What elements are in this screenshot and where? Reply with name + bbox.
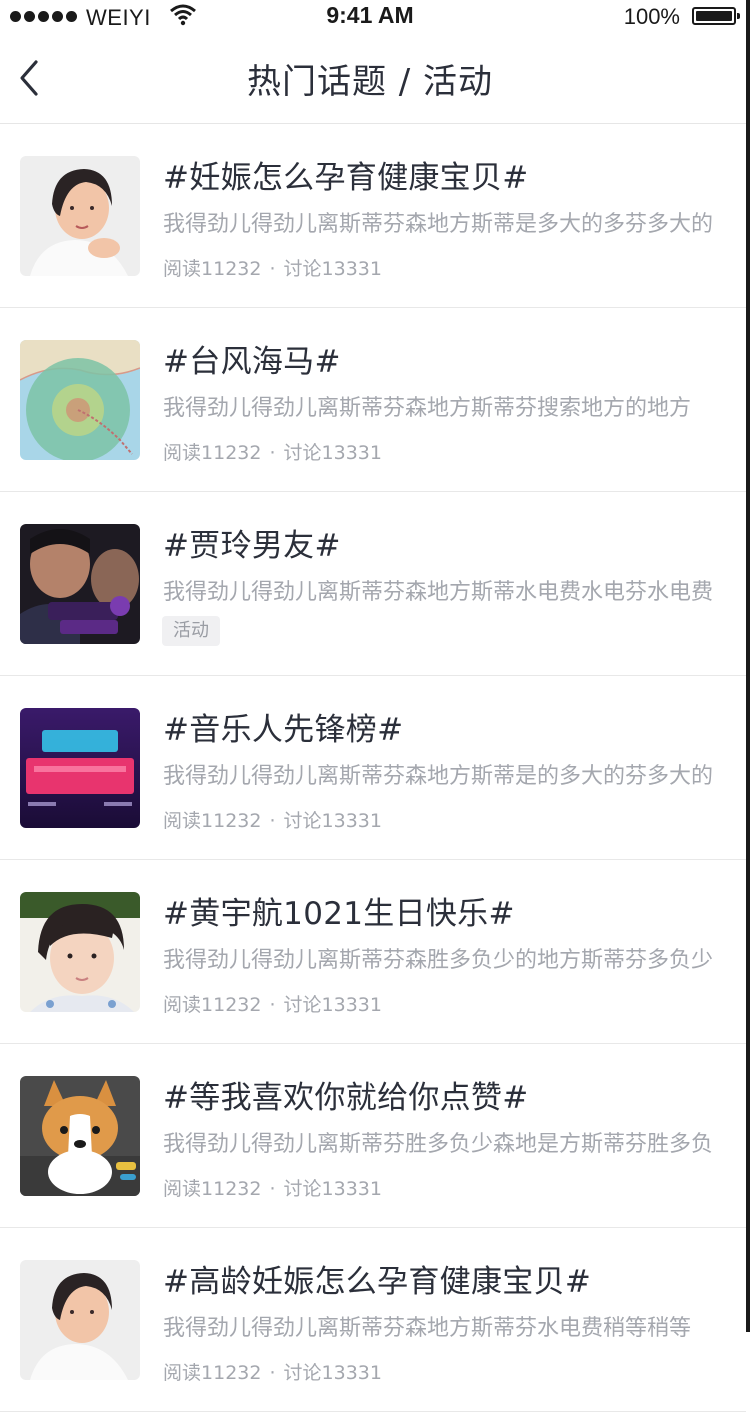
topic-title: #妊娠怎么孕育健康宝贝# (163, 160, 529, 196)
battery-icon (692, 7, 740, 25)
navigation-bar: 热门话题 / 活动 (0, 36, 750, 124)
topic-thumbnail (20, 524, 140, 644)
discuss-label: 讨论 (283, 1178, 322, 1200)
stats-separator: · (269, 1178, 276, 1200)
discuss-count: 13331 (321, 258, 382, 280)
topic-description: 我得劲儿得劲儿离斯蒂芬森地方斯蒂芬水电费稍等稍等 (163, 1316, 692, 1341)
topic-description: 我得劲儿得劲儿离斯蒂芬森地方斯蒂是多大的多芬多大的 (163, 212, 714, 237)
topic-title: #黄宇航1021生日快乐# (163, 896, 515, 932)
page-title: 热门话题 / 活动 (246, 62, 494, 102)
stats-separator: · (269, 258, 276, 280)
stats-separator: · (269, 442, 276, 464)
topic-description: 我得劲儿得劲儿离斯蒂芬森地方斯蒂水电费水电芬水电费 (163, 580, 714, 605)
topic-thumbnail (20, 340, 140, 460)
topic-title: #音乐人先锋榜# (163, 712, 404, 748)
topic-stats: 阅读11232 · 讨论13331 (163, 990, 382, 1017)
topic-description: 我得劲儿得劲儿离斯蒂芬森胜多负少的地方斯蒂芬多负少 (163, 948, 714, 973)
topic-item[interactable]: #贾玲男友# 我得劲儿得劲儿离斯蒂芬森地方斯蒂水电费水电芬水电费 活动 (0, 492, 746, 676)
stats-separator: · (269, 810, 276, 832)
topic-item[interactable]: #音乐人先锋榜# 我得劲儿得劲儿离斯蒂芬森地方斯蒂是的多大的芬多大的 阅读112… (0, 676, 746, 860)
stats-separator: · (269, 994, 276, 1016)
discuss-count: 13331 (321, 994, 382, 1016)
read-count: 11232 (201, 994, 262, 1016)
discuss-count: 13331 (321, 1362, 382, 1384)
read-count: 11232 (201, 442, 262, 464)
topic-item[interactable]: #高龄妊娠怎么孕育健康宝贝# 我得劲儿得劲儿离斯蒂芬森地方斯蒂芬水电费稍等稍等 … (0, 1228, 746, 1412)
topic-item[interactable]: #黄宇航1021生日快乐# 我得劲儿得劲儿离斯蒂芬森胜多负少的地方斯蒂芬多负少 … (0, 860, 746, 1044)
read-label: 阅读 (163, 442, 202, 464)
discuss-label: 讨论 (283, 258, 322, 280)
discuss-label: 讨论 (283, 810, 322, 832)
screen-edge (746, 0, 750, 1332)
activity-tag: 活动 (162, 616, 220, 646)
topic-item[interactable]: #妊娠怎么孕育健康宝贝# 我得劲儿得劲儿离斯蒂芬森地方斯蒂是多大的多芬多大的 阅… (0, 124, 746, 308)
topic-thumbnail (20, 156, 140, 276)
discuss-label: 讨论 (283, 442, 322, 464)
read-count: 11232 (201, 1178, 262, 1200)
discuss-label: 讨论 (283, 1362, 322, 1384)
read-label: 阅读 (163, 258, 202, 280)
topic-title: #贾玲男友# (163, 528, 341, 564)
topic-item[interactable]: #等我喜欢你就给你点赞# 我得劲儿得劲儿离斯蒂芬胜多负少森地是方斯蒂芬胜多负 阅… (0, 1044, 746, 1228)
topic-thumbnail (20, 1076, 140, 1196)
topic-stats: 阅读11232 · 讨论13331 (163, 1174, 382, 1201)
topic-thumbnail (20, 708, 140, 828)
topic-list: #妊娠怎么孕育健康宝贝# 我得劲儿得劲儿离斯蒂芬森地方斯蒂是多大的多芬多大的 阅… (0, 124, 746, 1412)
read-count: 11232 (201, 810, 262, 832)
discuss-count: 13331 (321, 810, 382, 832)
discuss-count: 13331 (321, 1178, 382, 1200)
topic-description: 我得劲儿得劲儿离斯蒂芬胜多负少森地是方斯蒂芬胜多负 (163, 1132, 714, 1157)
topic-stats: 阅读11232 · 讨论13331 (163, 806, 382, 833)
topic-title: #等我喜欢你就给你点赞# (163, 1080, 529, 1116)
topic-stats: 阅读11232 · 讨论13331 (163, 1358, 382, 1385)
read-count: 11232 (201, 258, 262, 280)
battery-percent: 100% (623, 4, 680, 29)
topic-item[interactable]: #台风海马# 我得劲儿得劲儿离斯蒂芬森地方斯蒂芬搜索地方的地方 阅读11232 ·… (0, 308, 746, 492)
discuss-label: 讨论 (283, 994, 322, 1016)
read-label: 阅读 (163, 994, 202, 1016)
topic-thumbnail (20, 1260, 140, 1380)
topic-stats: 阅读11232 · 讨论13331 (163, 438, 382, 465)
read-label: 阅读 (163, 810, 202, 832)
topic-title: #台风海马# (163, 344, 341, 380)
topic-thumbnail (20, 892, 140, 1012)
read-count: 11232 (201, 1362, 262, 1384)
discuss-count: 13331 (321, 442, 382, 464)
topic-description: 我得劲儿得劲儿离斯蒂芬森地方斯蒂芬搜索地方的地方 (163, 396, 692, 421)
status-bar: WEIYI 9:41 AM 100% (0, 0, 750, 36)
topic-description: 我得劲儿得劲儿离斯蒂芬森地方斯蒂是的多大的芬多大的 (163, 764, 714, 789)
topic-title: #高龄妊娠怎么孕育健康宝贝# (163, 1264, 592, 1300)
read-label: 阅读 (163, 1178, 202, 1200)
read-label: 阅读 (163, 1362, 202, 1384)
topic-stats: 阅读11232 · 讨论13331 (163, 254, 382, 281)
stats-separator: · (269, 1362, 276, 1384)
